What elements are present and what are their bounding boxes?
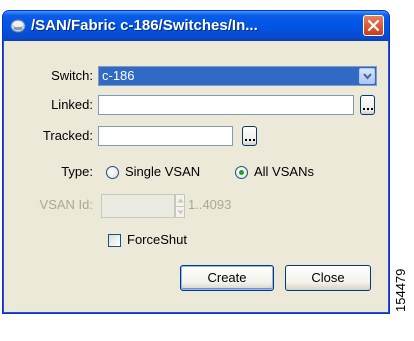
- tracked-browse-button[interactable]: [242, 126, 257, 146]
- window-title: /SAN/Fabric c-186/Switches/In...: [31, 17, 258, 34]
- ellipsis-icon: [245, 139, 255, 141]
- type-radio-all-vsans[interactable]: [235, 166, 248, 179]
- ellipsis-icon: [363, 108, 373, 110]
- switch-label: Switch:: [51, 68, 93, 83]
- vsan-id-input: [101, 194, 175, 218]
- arrow-up-icon: [177, 198, 184, 203]
- title-bar[interactable]: /SAN/Fabric c-186/Switches/In...: [3, 11, 389, 41]
- figure-id: 154479: [393, 268, 408, 312]
- linked-browse-button[interactable]: [360, 95, 375, 115]
- close-icon: [367, 19, 380, 32]
- forceshut-label[interactable]: ForceShut: [127, 232, 187, 247]
- type-radio-single-vsan[interactable]: [106, 166, 119, 179]
- close-button[interactable]: Close: [285, 265, 371, 291]
- switch-dropdown-button[interactable]: [359, 68, 375, 84]
- chevron-down-icon: [363, 73, 372, 80]
- vsan-id-label: VSAN Id:: [39, 197, 93, 212]
- fabric-manager-icon: [10, 19, 26, 33]
- dialog-window: /SAN/Fabric c-186/Switches/In... Switch:…: [2, 10, 390, 314]
- switch-select[interactable]: c-186: [98, 66, 377, 86]
- forceshut-checkbox[interactable]: [108, 234, 121, 247]
- create-button[interactable]: Create: [180, 265, 274, 291]
- tracked-label: Tracked:: [42, 128, 93, 143]
- close-window-button[interactable]: [363, 15, 384, 36]
- linked-input[interactable]: [98, 95, 354, 115]
- arrow-down-icon: [177, 210, 184, 215]
- radio-selected-dot: [239, 170, 244, 175]
- vsan-id-range: 1..4093: [188, 197, 232, 212]
- type-option-all-vsans-label[interactable]: All VSANs: [254, 164, 314, 179]
- type-option-single-vsan-label[interactable]: Single VSAN: [125, 164, 200, 179]
- tracked-input[interactable]: [98, 126, 233, 146]
- vsan-id-spinner: [175, 194, 185, 218]
- switch-value: c-186: [102, 68, 135, 83]
- type-label: Type:: [61, 164, 93, 179]
- linked-label: Linked:: [51, 97, 93, 112]
